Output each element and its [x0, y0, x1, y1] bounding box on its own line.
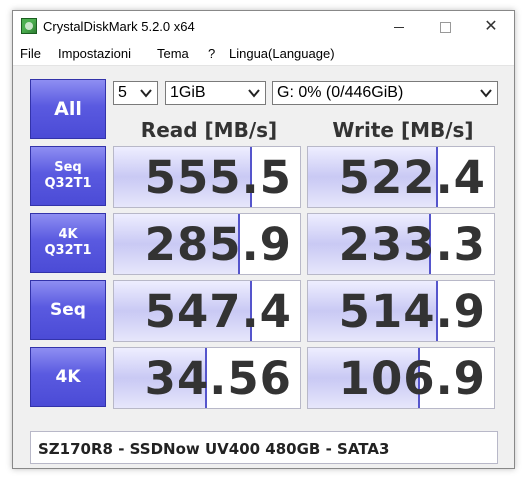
seq-write-cell: 514.9 [307, 280, 495, 342]
4k-write-cell: 106.9 [307, 347, 495, 409]
all-button[interactable]: All [30, 79, 106, 139]
minimize-icon [394, 26, 404, 28]
test-count-select[interactable]: 5 [113, 81, 158, 105]
seq-q32t1-read-value: 555.5 [144, 151, 292, 204]
chevron-down-icon [140, 89, 152, 98]
menu-help[interactable]: ? [208, 46, 215, 61]
drive-value: G: 0% (0/446GiB) [277, 84, 404, 101]
menu-lingua[interactable]: Lingua(Language) [229, 46, 335, 61]
maximize-button[interactable] [422, 11, 468, 43]
seq-q32t1-read-cell: 555.5 [113, 146, 301, 208]
test-size-select[interactable]: 1GiB [165, 81, 266, 105]
read-column-header: Read [MB/s] [140, 118, 278, 142]
4k-q32t1-read-cell: 285.9 [113, 213, 301, 275]
write-column-header: Write [MB/s] [332, 118, 474, 142]
seq-button[interactable]: Seq [30, 280, 106, 340]
row-label: 4K Q32T1 [44, 227, 92, 258]
app-window: CrystalDiskMark 5.2.0 x64 ✕ File Imposta… [12, 10, 515, 469]
maximize-icon [439, 21, 451, 33]
4k-read-value: 34.56 [144, 352, 292, 405]
close-button[interactable]: ✕ [468, 11, 514, 43]
4k-read-cell: 34.56 [113, 347, 301, 409]
close-icon: ✕ [484, 18, 498, 35]
chevron-down-icon [248, 89, 260, 98]
seq-q32t1-write-cell: 522.4 [307, 146, 495, 208]
seq-q32t1-write-value: 522.4 [338, 151, 486, 204]
4k-q32t1-write-cell: 233.3 [307, 213, 495, 275]
window-title: CrystalDiskMark 5.2.0 x64 [43, 19, 195, 34]
menu-tema[interactable]: Tema [157, 46, 189, 61]
app-icon [21, 18, 37, 34]
benchmark-panel: All 5 1GiB G: 0% (0/446GiB) Read [MB/s] … [13, 66, 514, 468]
title-bar: CrystalDiskMark 5.2.0 x64 ✕ [13, 11, 514, 43]
seq-write-value: 514.9 [338, 285, 486, 338]
4k-q32t1-button[interactable]: 4K Q32T1 [30, 213, 106, 273]
chevron-down-icon [480, 89, 492, 98]
4k-button[interactable]: 4K [30, 347, 106, 407]
seq-q32t1-button[interactable]: Seq Q32T1 [30, 146, 106, 206]
menu-file[interactable]: File [20, 46, 41, 61]
test-count-value: 5 [118, 84, 127, 101]
menu-impostazioni[interactable]: Impostazioni [58, 46, 131, 61]
4k-q32t1-read-value: 285.9 [144, 218, 292, 271]
drive-select[interactable]: G: 0% (0/446GiB) [272, 81, 498, 105]
menu-bar: File Impostazioni Tema ? Lingua(Language… [13, 43, 514, 66]
4k-q32t1-write-value: 233.3 [338, 218, 486, 271]
row-label: Seq Q32T1 [44, 160, 92, 191]
test-size-value: 1GiB [170, 84, 206, 101]
minimize-button[interactable] [376, 11, 422, 43]
seq-read-cell: 547.4 [113, 280, 301, 342]
seq-read-value: 547.4 [144, 285, 292, 338]
comment-field[interactable]: SZ170R8 - SSDNow UV400 480GB - SATA3 [30, 431, 498, 464]
4k-write-value: 106.9 [338, 352, 486, 405]
